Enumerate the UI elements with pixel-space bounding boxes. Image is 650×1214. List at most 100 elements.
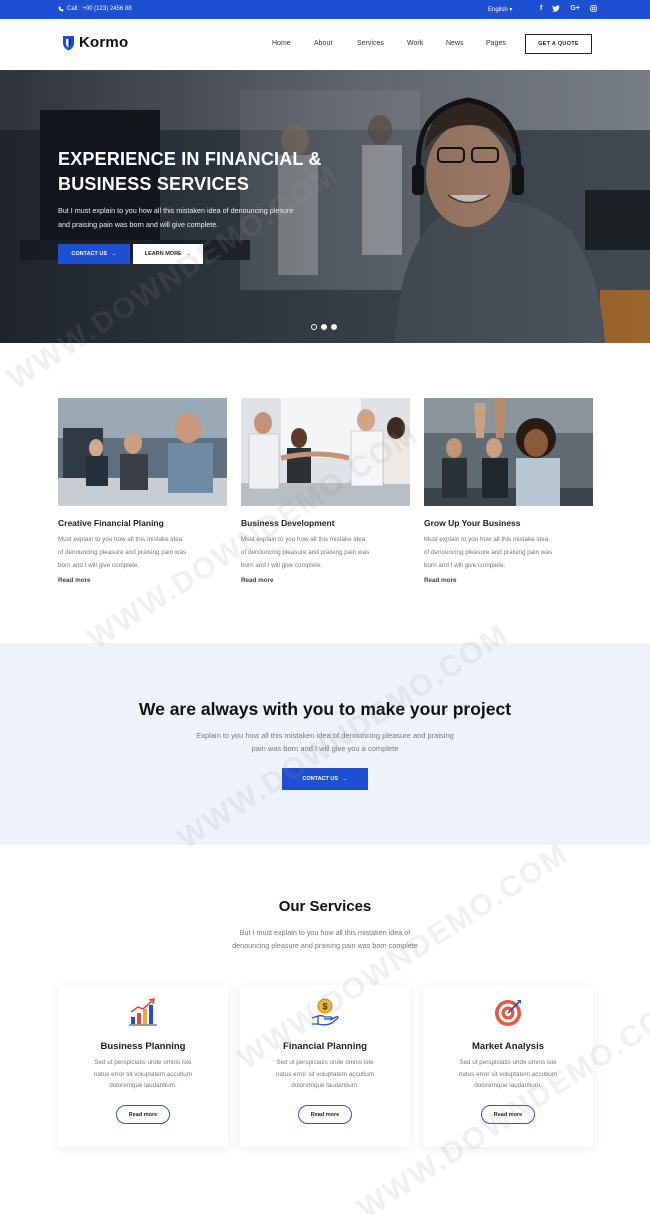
card-image[interactable] [58,398,227,506]
instagram-icon[interactable] [590,5,597,14]
feature-card: Grow Up Your Business Must explain to yo… [424,398,593,584]
card-text-line: of denouncing pleasure and praising pain… [241,548,370,556]
nav-news[interactable]: News [446,40,486,47]
services-title: Our Services [278,898,372,915]
service-read-more-button[interactable]: Read more [481,1105,535,1124]
nav-about[interactable]: About [314,40,357,47]
brand-logo[interactable]: Kormo [62,34,128,51]
hero-learn-more-button[interactable]: LEARN MORE → [133,244,203,264]
cta-text: Explain to you how all this mistaken ide… [160,730,490,755]
chevron-down-icon: ▾ [509,7,513,13]
hero-text-line1: But I must explain to you how all this m… [58,206,294,215]
service-title: Financial Planning [283,1041,367,1052]
card-title: Business Development [241,518,335,528]
service-title: Market Analysis [472,1041,544,1052]
facebook-icon[interactable]: f [540,5,542,14]
get-quote-button[interactable]: GET A QUOTE [525,34,592,54]
main-nav: Home About Services Work News Pages [272,40,516,47]
service-text: Sed ut perspiciatis unde omnis iste natu… [73,1057,213,1092]
phone-icon [58,6,64,12]
service-text-line: doloremque laudantium. [109,1082,177,1090]
slider-dots [311,324,337,330]
language-select[interactable]: English ▾ [488,6,512,13]
card-text-line: of denouncing pleasure and praising pain… [58,548,187,556]
arrow-right-icon: → [111,251,117,257]
services-subtitle: But I must explain to you how all this m… [205,926,445,952]
card-read-more-link[interactable]: Read more [424,577,593,584]
call-info[interactable]: Call : +00 (123) 2456 88 [58,6,132,12]
nav-work[interactable]: Work [407,40,446,47]
growth-chart-icon [129,997,157,1026]
service-text-line: doloremque laudantium. [291,1082,359,1090]
card-text: Must explain to you how all this mistake… [241,534,410,572]
card-text-line: born and I will give complete. [424,561,506,569]
cta-contact-label: CONTACT US [302,776,339,782]
card-image[interactable] [424,398,593,506]
hero-slider: EXPERIENCE IN FINANCIAL & BUSINESS SERVI… [0,70,650,343]
nav-services[interactable]: Services [357,40,407,47]
card-text: Must explain to you how all this mistake… [58,534,227,572]
service-text: Sed ut perspiciatis unde omnis iste natu… [438,1057,578,1092]
card-text-line: Must explain to you how all this mistake… [241,536,366,543]
dollar-hand-icon: $ [311,998,339,1026]
hero-text: But I must explain to you how all this m… [58,204,358,232]
service-text-line: Sed ut perspiciatis unde omnis iste [94,1059,192,1066]
phone-number: Call : +00 (123) 2456 88 [67,6,132,12]
top-bar: Call : +00 (123) 2456 88 English ▾ f G+ [0,0,650,19]
cta-title: We are always with you to make your proj… [138,699,512,719]
service-text-line: natus error sit voluptatem accutium [276,1070,374,1078]
card-text: Must explain to you how all this mistake… [424,534,593,572]
hero-contact-button[interactable]: CONTACT US → [58,244,130,264]
cta-contact-button[interactable]: CONTACT US → [282,768,368,790]
nav-pages[interactable]: Pages [486,40,516,47]
site-header: Kormo Home About Services Work News Page… [0,19,650,70]
arrow-right-icon: → [185,251,192,257]
service-text-line: doloremque laudantium. [474,1082,542,1090]
card-image[interactable] [241,398,410,506]
service-card: $ Financial Planning Sed ut perspiciatis… [240,985,410,1147]
card-text-line: of denouncing pleasure and praising pain… [424,548,553,556]
services-sub-line2: denouncing pleasure and praising pain wa… [232,941,418,950]
hero-contact-label: CONTACT US [71,251,108,257]
service-text-line: natus error sit voluptatem accutium [459,1070,557,1078]
cta-section: We are always with you to make your proj… [0,643,650,845]
language-label: English [488,7,508,13]
hero-title-line2: BUSINESS SERVICES [58,174,250,194]
service-text-line: natus error sit voluptatem accutium [94,1070,192,1078]
card-text-line: Must explain to you how all this mistake… [424,536,549,543]
brand-name: Kormo [79,34,129,51]
slider-dot-1[interactable] [311,324,317,330]
service-read-more-button[interactable]: Read more [298,1105,352,1124]
hero-title-line1: EXPERIENCE IN FINANCIAL & [58,149,322,169]
hero-title: EXPERIENCE IN FINANCIAL & BUSINESS SERVI… [58,147,378,197]
card-text-line: born and I will give complete. [58,561,140,569]
service-card: Market Analysis Sed ut perspiciatis unde… [423,985,593,1147]
svg-text:$: $ [322,1002,327,1012]
arrow-right-icon: → [342,776,348,782]
twitter-icon[interactable] [552,5,561,14]
service-text-line: Sed ut perspiciatis unde omnis iste [276,1059,374,1066]
service-text-line: Sed ut perspiciatis unde omnis iste [459,1059,557,1066]
card-read-more-link[interactable]: Read more [58,577,227,584]
feature-card: Business Development Must explain to you… [241,398,410,584]
service-read-more-button[interactable]: Read more [116,1105,170,1124]
cta-text-line1: Explain to you how all this mistaken ide… [196,731,454,740]
hero-learn-label: LEARN MORE [144,251,182,257]
slider-dot-3[interactable] [331,324,337,330]
card-text-line: Must explain to you how all this mistake… [58,536,183,543]
card-title: Grow Up Your Business [424,518,521,528]
target-icon [495,1000,521,1026]
card-text-line: born and I will give complete. [241,561,323,569]
nav-home[interactable]: Home [272,40,314,47]
service-card: Business Planning Sed ut perspiciatis un… [58,985,228,1147]
social-links: f G+ [540,5,597,14]
card-read-more-link[interactable]: Read more [241,577,410,584]
slider-dot-2[interactable] [321,324,327,330]
hero-text-line2: and praising pain was born and will give… [58,220,219,229]
service-title: Business Planning [100,1041,186,1052]
card-title: Creative Financial Planing [58,518,164,528]
google-plus-icon[interactable]: G+ [570,5,580,14]
service-text: Sed ut perspiciatis unde omnis iste natu… [255,1057,395,1092]
shield-logo-icon [63,35,74,50]
cta-text-line2: pain was born and I will give you a comp… [251,743,399,753]
